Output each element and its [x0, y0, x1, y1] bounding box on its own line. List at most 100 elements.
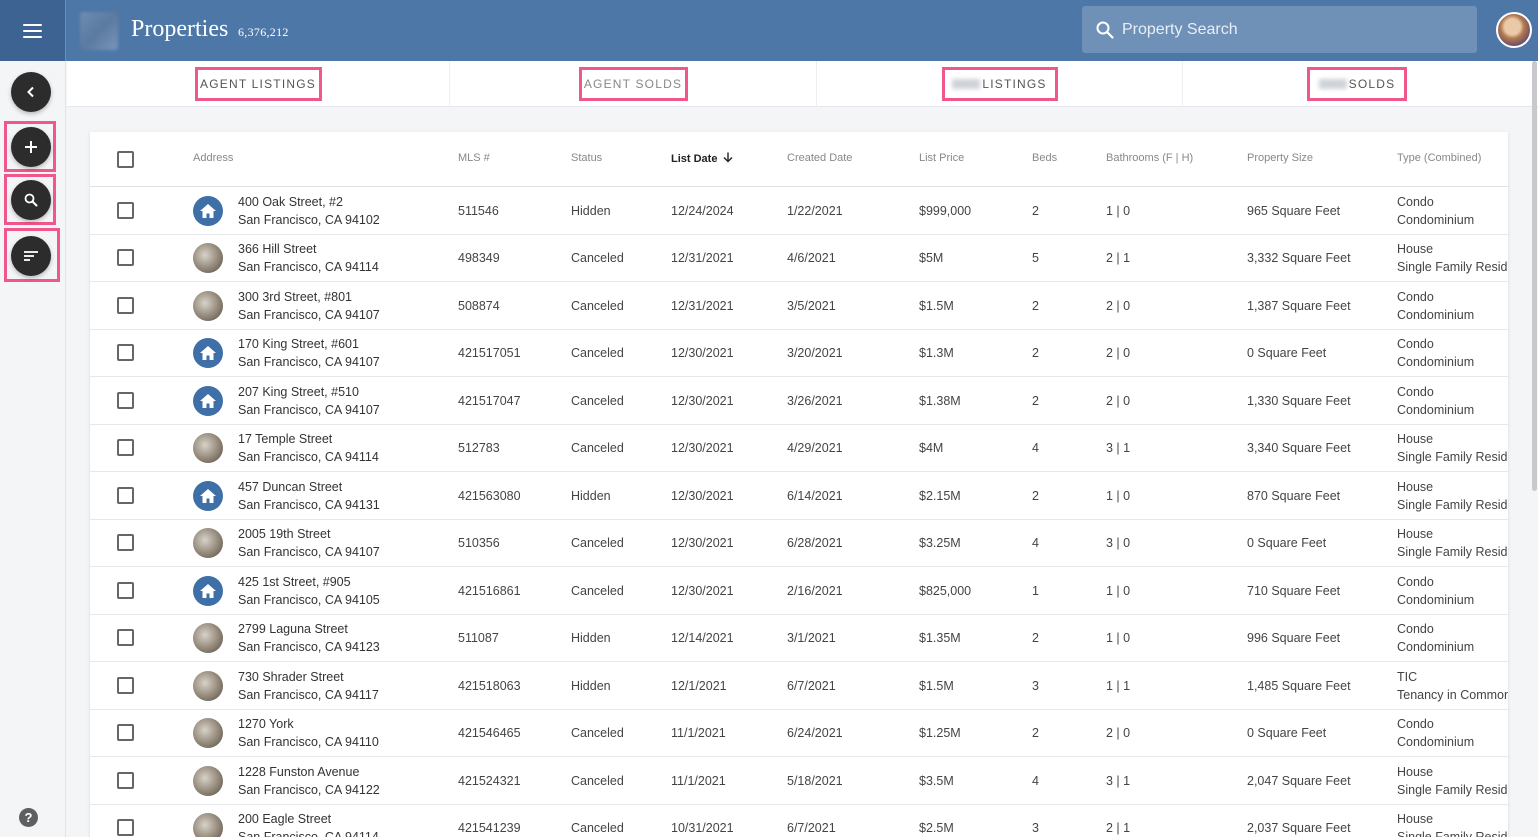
address-line1[interactable]: 2005 19th Street — [238, 527, 330, 541]
house-placeholder-icon[interactable] — [193, 576, 223, 606]
table-row[interactable]: 425 1st Street, #905 San Francisco, CA 94… — [90, 567, 1508, 615]
tab-solds[interactable]: SOLDS — [1183, 61, 1531, 107]
house-placeholder-icon[interactable] — [193, 386, 223, 416]
property-photo[interactable] — [193, 243, 223, 273]
row-checkbox[interactable] — [117, 439, 134, 456]
house-placeholder-icon[interactable] — [193, 338, 223, 368]
row-checkbox[interactable] — [117, 772, 134, 789]
column-type[interactable]: Type (Combined) — [1397, 152, 1481, 164]
type-cell: House — [1397, 765, 1508, 779]
table-row[interactable]: 17 Temple StreetSan Francisco, CA 941145… — [90, 425, 1508, 473]
property-photo[interactable] — [193, 433, 223, 463]
table-row[interactable]: 300 3rd Street, #801San Francisco, CA 94… — [90, 282, 1508, 330]
address-line1[interactable]: 207 King Street, #510 — [238, 385, 359, 399]
table-row[interactable]: 170 King Street, #601San Francisco, CA 9… — [90, 330, 1508, 378]
column-beds[interactable]: Beds — [1032, 152, 1057, 164]
avatar[interactable] — [1496, 12, 1532, 48]
property-photo[interactable] — [193, 528, 223, 558]
column-property-size[interactable]: Property Size — [1247, 152, 1313, 164]
property-search[interactable] — [1082, 6, 1477, 53]
property-photo[interactable] — [193, 671, 223, 701]
column-address[interactable]: Address — [193, 152, 233, 164]
address-line1[interactable]: 2799 Laguna Street — [238, 622, 348, 636]
address-line2: San Francisco, CA 94114 — [238, 830, 379, 837]
page-scrollbar[interactable] — [1531, 61, 1538, 491]
property-photo[interactable] — [193, 766, 223, 796]
property-photo[interactable] — [193, 813, 223, 837]
bathrooms-cell: 1 | 0 — [1106, 584, 1130, 598]
property-photo[interactable] — [193, 718, 223, 748]
property-photo[interactable] — [193, 291, 223, 321]
table-row[interactable]: 2799 Laguna StreetSan Francisco, CA 9412… — [90, 615, 1508, 663]
column-list-date[interactable]: List Date — [671, 152, 733, 165]
house-placeholder-icon[interactable] — [193, 481, 223, 511]
add-property-button[interactable] — [11, 127, 51, 167]
status-cell: Hidden — [571, 489, 611, 503]
row-checkbox[interactable] — [117, 249, 134, 266]
column-status[interactable]: Status — [571, 152, 602, 164]
type-detail-cell: Tenancy in Common — [1397, 688, 1508, 702]
table-row[interactable]: 1270 YorkSan Francisco, CA 9411042154646… — [90, 710, 1508, 758]
property-photo[interactable] — [193, 623, 223, 653]
address-line1[interactable]: 1228 Funston Avenue — [238, 765, 359, 779]
address-line1[interactable]: 400 Oak Street, #2 — [238, 195, 343, 209]
row-checkbox[interactable] — [117, 629, 134, 646]
table-row[interactable]: 400 Oak Street, #2San Francisco, CA 9410… — [90, 187, 1508, 235]
address-line1[interactable]: 730 Shrader Street — [238, 670, 344, 684]
beds-cell: 4 — [1032, 774, 1039, 788]
address-line1[interactable]: 425 1st Street, #905 — [238, 575, 351, 589]
row-checkbox[interactable] — [117, 344, 134, 361]
type-detail-cell: Condominium — [1397, 355, 1508, 369]
type-cell: House — [1397, 432, 1508, 446]
type-detail-cell: Single Family Residence — [1397, 783, 1508, 797]
address-line1[interactable]: 300 3rd Street, #801 — [238, 290, 352, 304]
table-row[interactable]: 2005 19th StreetSan Francisco, CA 941075… — [90, 520, 1508, 568]
menu-button[interactable] — [0, 0, 66, 61]
row-checkbox[interactable] — [117, 297, 134, 314]
table-row[interactable]: 207 King Street, #510San Francisco, CA 9… — [90, 377, 1508, 425]
address-line2: San Francisco, CA 94105 — [238, 593, 380, 607]
type-detail-cell: Single Family Residence — [1397, 498, 1508, 512]
sort-button[interactable] — [11, 236, 51, 276]
search-filter-button[interactable] — [11, 180, 51, 220]
row-checkbox[interactable] — [117, 392, 134, 409]
row-checkbox[interactable] — [117, 724, 134, 741]
address-line1[interactable]: 366 Hill Street — [238, 242, 317, 256]
type-detail-cell: Condominium — [1397, 593, 1508, 607]
row-checkbox[interactable] — [117, 534, 134, 551]
address-line1[interactable]: 17 Temple Street — [238, 432, 332, 446]
address-line1[interactable]: 170 King Street, #601 — [238, 337, 359, 351]
table-row[interactable]: 457 Duncan StreetSan Francisco, CA 94131… — [90, 472, 1508, 520]
row-checkbox[interactable] — [117, 487, 134, 504]
house-placeholder-icon[interactable] — [193, 196, 223, 226]
select-all-checkbox[interactable] — [117, 151, 134, 168]
row-checkbox[interactable] — [117, 202, 134, 219]
table-row[interactable]: 200 Eagle StreetSan Francisco, CA 941144… — [90, 805, 1508, 837]
address-line1[interactable]: 200 Eagle Street — [238, 812, 331, 826]
help-icon[interactable]: ? — [19, 808, 38, 827]
back-button[interactable] — [11, 72, 51, 112]
table-row[interactable]: 366 Hill StreetSan Francisco, CA 9411449… — [90, 235, 1508, 283]
row-checkbox[interactable] — [117, 582, 134, 599]
tab-agent-solds[interactable]: AGENT SOLDS — [450, 61, 816, 107]
address-line1[interactable]: 1270 York — [238, 717, 294, 731]
row-checkbox[interactable] — [117, 819, 134, 836]
type-detail-cell: Condominium — [1397, 735, 1508, 749]
address-line2: San Francisco, CA 94107 — [238, 545, 380, 559]
search-input[interactable] — [1122, 21, 1462, 39]
beds-cell: 2 — [1032, 346, 1039, 360]
list-date-cell: 12/31/2021 — [671, 299, 734, 313]
column-bathrooms[interactable]: Bathrooms (F | H) — [1106, 152, 1193, 164]
address-line1[interactable]: 457 Duncan Street — [238, 480, 342, 494]
scrollbar-thumb[interactable] — [1532, 61, 1537, 491]
column-mls[interactable]: MLS # — [458, 152, 490, 164]
table-row[interactable]: 1228 Funston AvenueSan Francisco, CA 941… — [90, 757, 1508, 805]
created-date-cell: 6/7/2021 — [787, 679, 836, 693]
tab-listings[interactable]: LISTINGS — [817, 61, 1182, 107]
row-checkbox[interactable] — [117, 677, 134, 694]
tab-label-box: LISTINGS — [942, 67, 1058, 101]
column-list-price[interactable]: List Price — [919, 152, 964, 164]
table-row[interactable]: 730 Shrader StreetSan Francisco, CA 9411… — [90, 662, 1508, 710]
column-created-date[interactable]: Created Date — [787, 152, 852, 164]
tab-agent-listings[interactable]: AGENT LISTINGS — [67, 61, 449, 107]
